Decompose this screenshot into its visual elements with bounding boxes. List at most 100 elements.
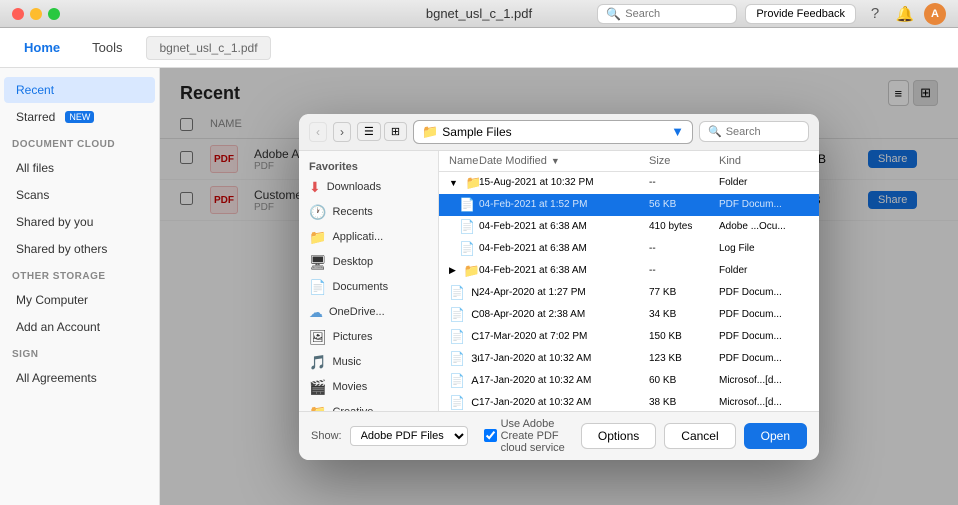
avatar[interactable]: A — [924, 3, 946, 25]
modal-sidebar-item-downloads[interactable]: ⬇ Downloads — [299, 175, 438, 200]
modal-sidebar-item-music[interactable]: 🎵 Music — [299, 350, 438, 375]
sidebar-item-allfiles[interactable]: All files — [4, 155, 155, 181]
pdf-icon: 📄 — [449, 307, 465, 323]
starred-label: Starred — [16, 110, 55, 124]
file-date: 04-Feb-2021 at 1:52 PM — [479, 199, 649, 210]
file-kind: Microsof...[d... — [719, 397, 809, 408]
cloud-service-option: Use Adobe Create PDF cloud service — [484, 418, 573, 454]
favorites-label: Favorites — [299, 157, 438, 175]
file-size: 60 KB — [649, 375, 719, 386]
search-input[interactable] — [625, 8, 728, 20]
close-button[interactable] — [12, 8, 24, 20]
titlebar: bgnet_usl_c_1.pdf 🔍 Provide Feedback ? 🔔… — [0, 0, 958, 28]
maximize-button[interactable] — [48, 8, 60, 20]
location-dropdown-icon[interactable]: ▼ — [671, 124, 684, 139]
file-row-sample-forms[interactable]: ▼ 📁 Sample forms 15-Aug-2021 at 10:32 PM… — [439, 172, 819, 194]
expand-arrow: ▶ — [449, 265, 456, 276]
file-kind: PDF Docum... — [719, 309, 809, 320]
modal-sidebar-item-applications[interactable]: 📁 Applicati... — [299, 225, 438, 250]
modal-sidebar-item-creative[interactable]: 📁 Creative... — [299, 400, 438, 411]
file-kind: Folder — [719, 265, 809, 276]
tab-home[interactable]: Home — [16, 36, 68, 59]
file-row-test3-pbx[interactable]: 📄 test3.pbx 04-Feb-2021 at 6:38 AM 410 b… — [439, 216, 819, 238]
sidebar-item-recent[interactable]: Recent — [4, 77, 155, 103]
sidebar-item-starred[interactable]: Starred NEW — [4, 104, 155, 130]
forward-button[interactable]: › — [333, 122, 351, 142]
folder-icon: 📁 — [422, 124, 438, 140]
modal-search-input[interactable] — [726, 126, 800, 138]
date-col: Date Modified ▼ — [479, 155, 649, 167]
file-row-admissions-2[interactable]: 📄 Admissions Application 2.docx 17-Jan-2… — [439, 370, 819, 392]
movies-icon: 🎬 — [309, 379, 326, 396]
file-row-test3[interactable]: ▶ 📁 test3 04-Feb-2021 at 6:38 AM -- Fold… — [439, 260, 819, 282]
other-storage-section: OTHER STORAGE — [0, 263, 159, 286]
file-size: 150 KB — [649, 331, 719, 342]
modal-sidebar-item-documents[interactable]: 📄 Documents — [299, 275, 438, 300]
file-size: 38 KB — [649, 397, 719, 408]
file-row-cust-survey[interactable]: 📄 Customer Satisfaction Survey 2.pdf 17-… — [439, 326, 819, 348]
file-date: 08-Apr-2020 at 2:38 AM — [479, 309, 649, 320]
file-date: 17-Jan-2020 at 10:32 AM — [479, 375, 649, 386]
location-text: Sample Files — [442, 125, 511, 139]
cancel-button[interactable]: Cancel — [664, 423, 735, 449]
file-date: 04-Feb-2021 at 6:38 AM — [479, 243, 649, 254]
file-row-360-feedback[interactable]: 📄 360 Degree Feedback 2.pdf 17-Jan-2020 … — [439, 348, 819, 370]
file-row-form3a[interactable]: 📄 form3A.pdf 04-Feb-2021 at 1:52 PM 56 K… — [439, 194, 819, 216]
modal-search-icon: 🔍 — [708, 125, 722, 138]
feedback-button[interactable]: Provide Feedback — [745, 4, 856, 24]
search-icon: 🔍 — [606, 7, 621, 21]
documents-icon: 📄 — [309, 279, 326, 296]
file-row-new-client[interactable]: 📄 New Client On-boarding (1).pdf 24-Apr-… — [439, 282, 819, 304]
modal-search[interactable]: 🔍 — [699, 121, 809, 142]
modal-sidebar-item-pictures[interactable]: 🖼 Pictures — [299, 325, 438, 350]
notifications-icon[interactable]: 🔔 — [894, 3, 916, 25]
location-bar[interactable]: 📁 Sample Files ▼ — [413, 120, 693, 144]
sidebar: Recent Starred NEW DOCUMENT CLOUD All fi… — [0, 68, 160, 505]
sidebar-item-scans[interactable]: Scans — [4, 182, 155, 208]
pdf-icon: 📄 — [449, 285, 465, 301]
file-date: 17-Jan-2020 at 10:32 AM — [479, 397, 649, 408]
tab-tools[interactable]: Tools — [84, 36, 130, 59]
global-search[interactable]: 🔍 — [597, 4, 737, 24]
modal-sidebar-item-recents[interactable]: 🕐 Recents — [299, 200, 438, 225]
file-row-test3-log[interactable]: 📄 test3.log 04-Feb-2021 at 6:38 AM -- Lo… — [439, 238, 819, 260]
docx-icon: 📄 — [449, 373, 465, 389]
file-size: 34 KB — [649, 309, 719, 320]
back-button[interactable]: ‹ — [309, 122, 327, 142]
file-date: 04-Feb-2021 at 6:38 AM — [479, 221, 649, 232]
list-view-modal-button[interactable]: ☰ — [357, 122, 381, 141]
sidebar-item-mycomputer[interactable]: My Computer — [4, 287, 155, 313]
name-col: Name — [449, 155, 479, 167]
onedrive-icon: ☁ — [309, 304, 323, 321]
file-kind: PDF Docum... — [719, 331, 809, 342]
sidebar-item-addaccount[interactable]: Add an Account — [4, 314, 155, 340]
file-row-customer-incident[interactable]: 📄 Customer Incident.pdf 08-Apr-2020 at 2… — [439, 304, 819, 326]
show-label: Show: — [311, 430, 342, 442]
file-size: -- — [649, 177, 719, 188]
modal-sidebar-item-onedrive[interactable]: ☁ OneDrive... — [299, 300, 438, 325]
pdf-icon: 📄 — [449, 329, 465, 345]
options-button[interactable]: Options — [581, 423, 656, 449]
sidebar-item-shared-by-others[interactable]: Shared by others — [4, 236, 155, 262]
help-icon[interactable]: ? — [864, 3, 886, 25]
titlebar-right: 🔍 Provide Feedback ? 🔔 A — [597, 3, 946, 25]
modal-sidebar-item-desktop[interactable]: 🖥 Desktop — [299, 250, 438, 275]
modal-footer: Show: Adobe PDF Files Use Adobe Create P… — [299, 411, 819, 460]
recent-label: Recent — [16, 83, 54, 97]
sidebar-item-allagreements[interactable]: All Agreements — [4, 365, 155, 391]
log-icon: 📄 — [459, 241, 475, 257]
modal-sidebar-item-movies[interactable]: 🎬 Movies — [299, 375, 438, 400]
show-select[interactable]: Adobe PDF Files — [350, 426, 468, 446]
creative-icon: 📁 — [309, 404, 326, 411]
open-button[interactable]: Open — [744, 423, 807, 449]
cloud-service-label: Use Adobe Create PDF cloud service — [501, 418, 573, 454]
window-title: bgnet_usl_c_1.pdf — [426, 6, 532, 21]
main-layout: Recent Starred NEW DOCUMENT CLOUD All fi… — [0, 68, 958, 505]
pdf-icon: 📄 — [449, 351, 465, 367]
sidebar-item-shared-by-you[interactable]: Shared by you — [4, 209, 155, 235]
file-row-cust-survey-docx[interactable]: 📄 Customer Satisfaction Survey 2.docx 17… — [439, 392, 819, 411]
minimize-button[interactable] — [30, 8, 42, 20]
column-view-modal-button[interactable]: ⊞ — [384, 122, 407, 141]
starred-badge: NEW — [65, 111, 94, 123]
cloud-service-checkbox[interactable] — [484, 429, 497, 442]
